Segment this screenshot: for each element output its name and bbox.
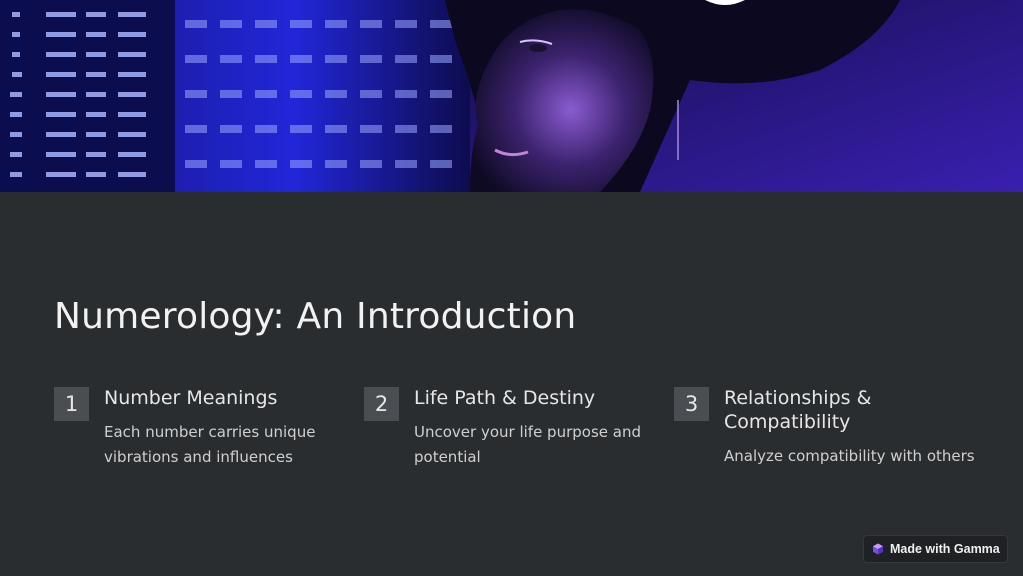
made-with-gamma-label: Made with Gamma	[890, 542, 1000, 556]
item-title: Relationships & Compatibility	[724, 387, 872, 433]
item-number-badge: 3	[674, 387, 709, 421]
slide: Numerology: An Introduction 1 Number Mea…	[0, 0, 1023, 576]
item-title: Number Meanings	[104, 387, 278, 409]
item-number-badge: 1	[54, 387, 89, 421]
item-description: Each number carries unique vibrations an…	[104, 423, 316, 466]
made-with-gamma-badge[interactable]: Made with Gamma	[863, 535, 1008, 563]
page-title: Numerology: An Introduction	[54, 296, 577, 337]
item-title: Life Path & Destiny	[414, 387, 596, 409]
item-description: Analyze compatibility with others	[724, 447, 975, 465]
item-number-badge: 2	[364, 387, 399, 421]
hero-image	[0, 0, 1023, 192]
item-description: Uncover your life purpose and potential	[414, 423, 641, 466]
woman-viewing-data-screen-image	[0, 0, 1023, 192]
gamma-logo-icon	[872, 543, 884, 555]
